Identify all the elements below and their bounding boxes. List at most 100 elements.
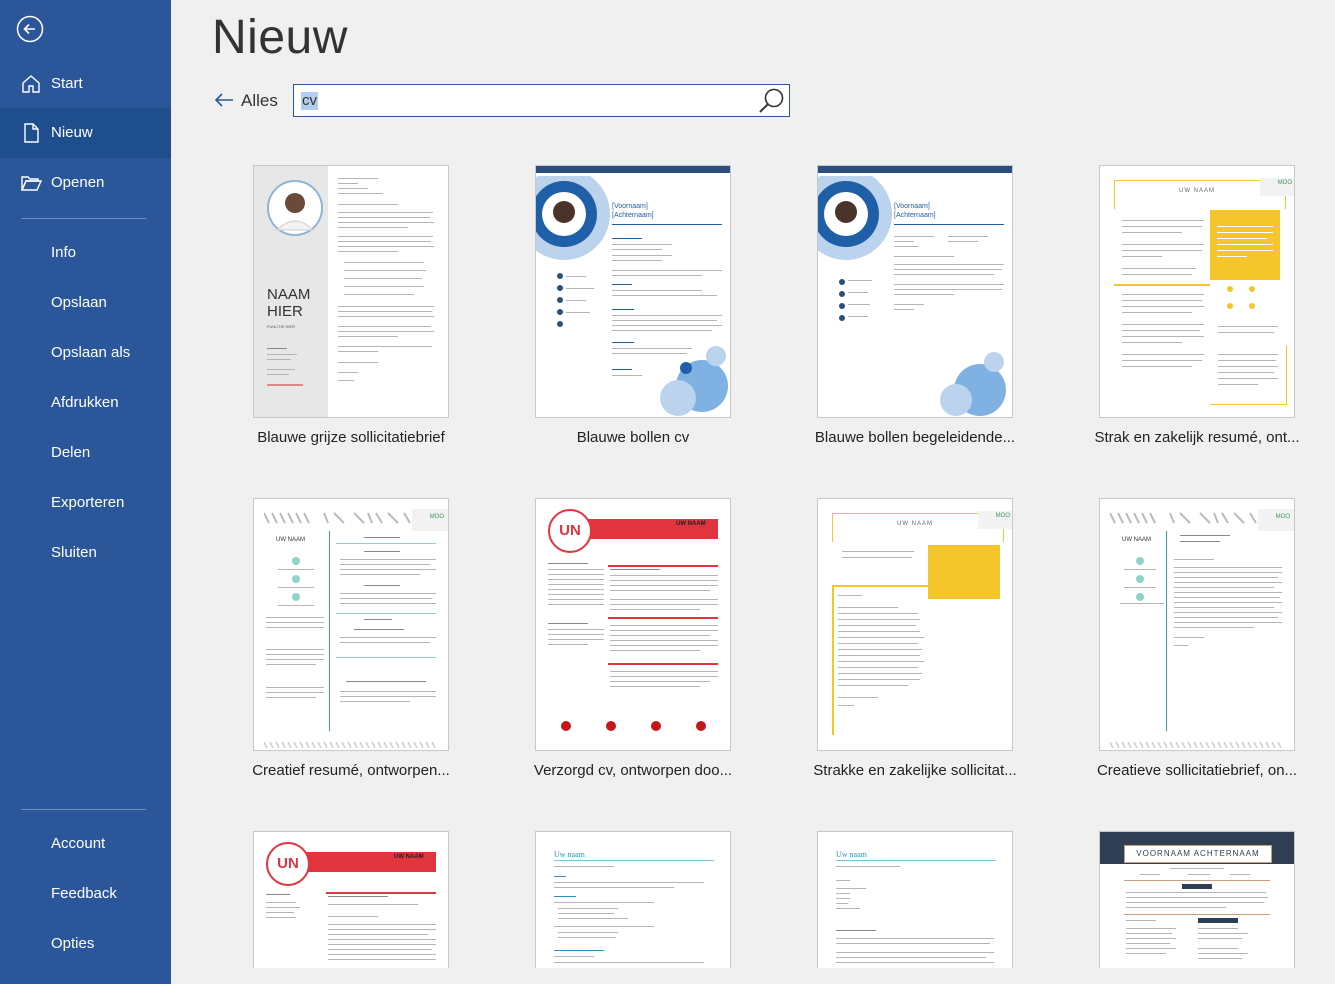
nav-delen[interactable]: Delen — [0, 428, 171, 478]
search-icon[interactable] — [757, 86, 787, 116]
nav-exporteren[interactable]: Exporteren — [0, 478, 171, 528]
text-line — [838, 679, 920, 681]
thumb-header: UW NAAM — [394, 854, 424, 860]
template-thumbnail[interactable]: UN UW NAAM — [253, 831, 449, 968]
nav-opslaan-als-label: Opslaan als — [51, 344, 131, 361]
nav-opslaan-als[interactable]: Opslaan als — [0, 328, 171, 378]
text-line — [1218, 326, 1278, 328]
text-line — [338, 222, 434, 224]
text-line — [566, 276, 586, 278]
text-line — [894, 294, 954, 296]
moo-logo: MOO — [429, 514, 444, 520]
portrait-photo — [267, 180, 323, 236]
text-line — [1218, 384, 1258, 386]
nav-afdrukken[interactable]: Afdrukken — [0, 378, 171, 428]
text-line — [838, 661, 924, 663]
template-caption[interactable]: Blauwe grijze sollicitatiebrief — [221, 429, 481, 446]
text-line — [836, 866, 900, 868]
text-line — [554, 860, 714, 862]
sidebar-divider — [21, 218, 146, 219]
text-line — [612, 270, 722, 272]
template-thumbnail[interactable]: MOO UW NAAM — [253, 498, 449, 751]
text-line — [338, 331, 434, 333]
text-line — [1122, 226, 1202, 228]
nav-info[interactable]: Info — [0, 228, 171, 278]
template-thumbnail[interactable]: UN UW NAAM — [535, 498, 731, 751]
text-line — [612, 224, 722, 226]
text-line — [554, 962, 704, 964]
text-line — [266, 654, 324, 656]
text-line — [340, 603, 436, 605]
text-line — [554, 956, 594, 958]
template-thumbnail[interactable]: VOORNAAM ACHTERNAAM — [1099, 831, 1295, 968]
text-line — [610, 575, 718, 577]
text-line — [1126, 920, 1156, 922]
template-thumbnail[interactable]: Uw naam — [817, 831, 1013, 968]
text-line — [338, 380, 354, 382]
template-search-input[interactable]: cv — [293, 84, 790, 117]
template-caption[interactable]: Strakke en zakelijke sollicitat... — [785, 762, 1045, 779]
template-caption[interactable]: Verzorgd cv, ontworpen doo... — [503, 762, 763, 779]
nav-account[interactable]: Account — [0, 819, 171, 869]
text-line — [1218, 360, 1276, 362]
nav-opslaan[interactable]: Opslaan — [0, 278, 171, 328]
text-line — [610, 645, 718, 647]
text-line — [266, 687, 324, 689]
new-document-icon — [24, 123, 39, 143]
text-line — [610, 585, 718, 587]
template-thumbnail[interactable]: UW NAAM MOO — [1099, 165, 1295, 418]
text-line — [338, 241, 431, 243]
template-caption[interactable]: Creatieve sollicitatiebrief, on... — [1067, 762, 1327, 779]
text-line — [836, 888, 866, 890]
text-line — [328, 916, 378, 918]
decorative-pattern — [264, 512, 411, 524]
template-thumbnail[interactable]: MOO UW NAAM — [1099, 498, 1295, 751]
text-line — [554, 896, 576, 898]
text-line — [328, 949, 432, 951]
nav-opties[interactable]: Opties — [0, 919, 171, 969]
text-line — [1174, 607, 1274, 609]
text-line — [1120, 603, 1164, 605]
template-caption[interactable]: Creatief resumé, ontworpen... — [221, 762, 481, 779]
nav-feedback[interactable]: Feedback — [0, 869, 171, 919]
text-line — [894, 241, 914, 243]
text-line — [894, 224, 1004, 226]
text-line — [1122, 312, 1192, 314]
back-arrow-icon[interactable] — [16, 15, 44, 43]
text-line — [612, 260, 662, 262]
text-line — [1126, 938, 1176, 940]
template-thumbnail[interactable]: [Voornaam] [Achternaam] — [535, 165, 731, 418]
text-line — [1198, 958, 1242, 960]
text-line — [266, 659, 324, 661]
back-to-all-link[interactable]: Alles — [213, 88, 278, 114]
text-line — [266, 894, 290, 896]
template-thumbnail[interactable]: [Voornaam] [Achternaam] — [817, 165, 1013, 418]
template-caption[interactable]: Strak en zakelijk resumé, ont... — [1067, 429, 1327, 446]
text-line — [894, 309, 914, 311]
text-line — [1188, 874, 1210, 876]
template-thumbnail[interactable]: UW NAAM MOO — [817, 498, 1013, 751]
text-line — [338, 236, 433, 238]
text-line — [1122, 342, 1182, 344]
text-line — [1217, 238, 1267, 240]
nav-nieuw[interactable]: Nieuw — [0, 108, 171, 158]
text-line — [340, 559, 436, 561]
nav-start[interactable]: Start — [0, 59, 171, 109]
text-line — [610, 580, 718, 582]
template-caption[interactable]: Blauwe bollen begeleidende... — [785, 429, 1045, 446]
template-thumbnail[interactable]: Uw naam — [535, 831, 731, 968]
text-line — [1217, 244, 1273, 246]
nav-openen[interactable]: Openen — [0, 158, 171, 208]
text-line — [266, 692, 324, 694]
nav-sluiten[interactable]: Sluiten — [0, 528, 171, 578]
text-line — [610, 569, 660, 571]
template-thumbnail[interactable]: NAAM HIER FUNCTIE HIER — [253, 165, 449, 418]
text-line — [838, 673, 922, 675]
thumb-name-line1: [Voornaam] — [612, 203, 648, 210]
template-caption[interactable]: Blauwe bollen cv — [503, 429, 763, 446]
divider-line — [1124, 880, 1270, 881]
nav-opslaan-label: Opslaan — [51, 294, 107, 311]
nav-info-label: Info — [51, 244, 77, 261]
text-line — [558, 937, 616, 939]
nav-account-label: Account — [51, 835, 106, 852]
